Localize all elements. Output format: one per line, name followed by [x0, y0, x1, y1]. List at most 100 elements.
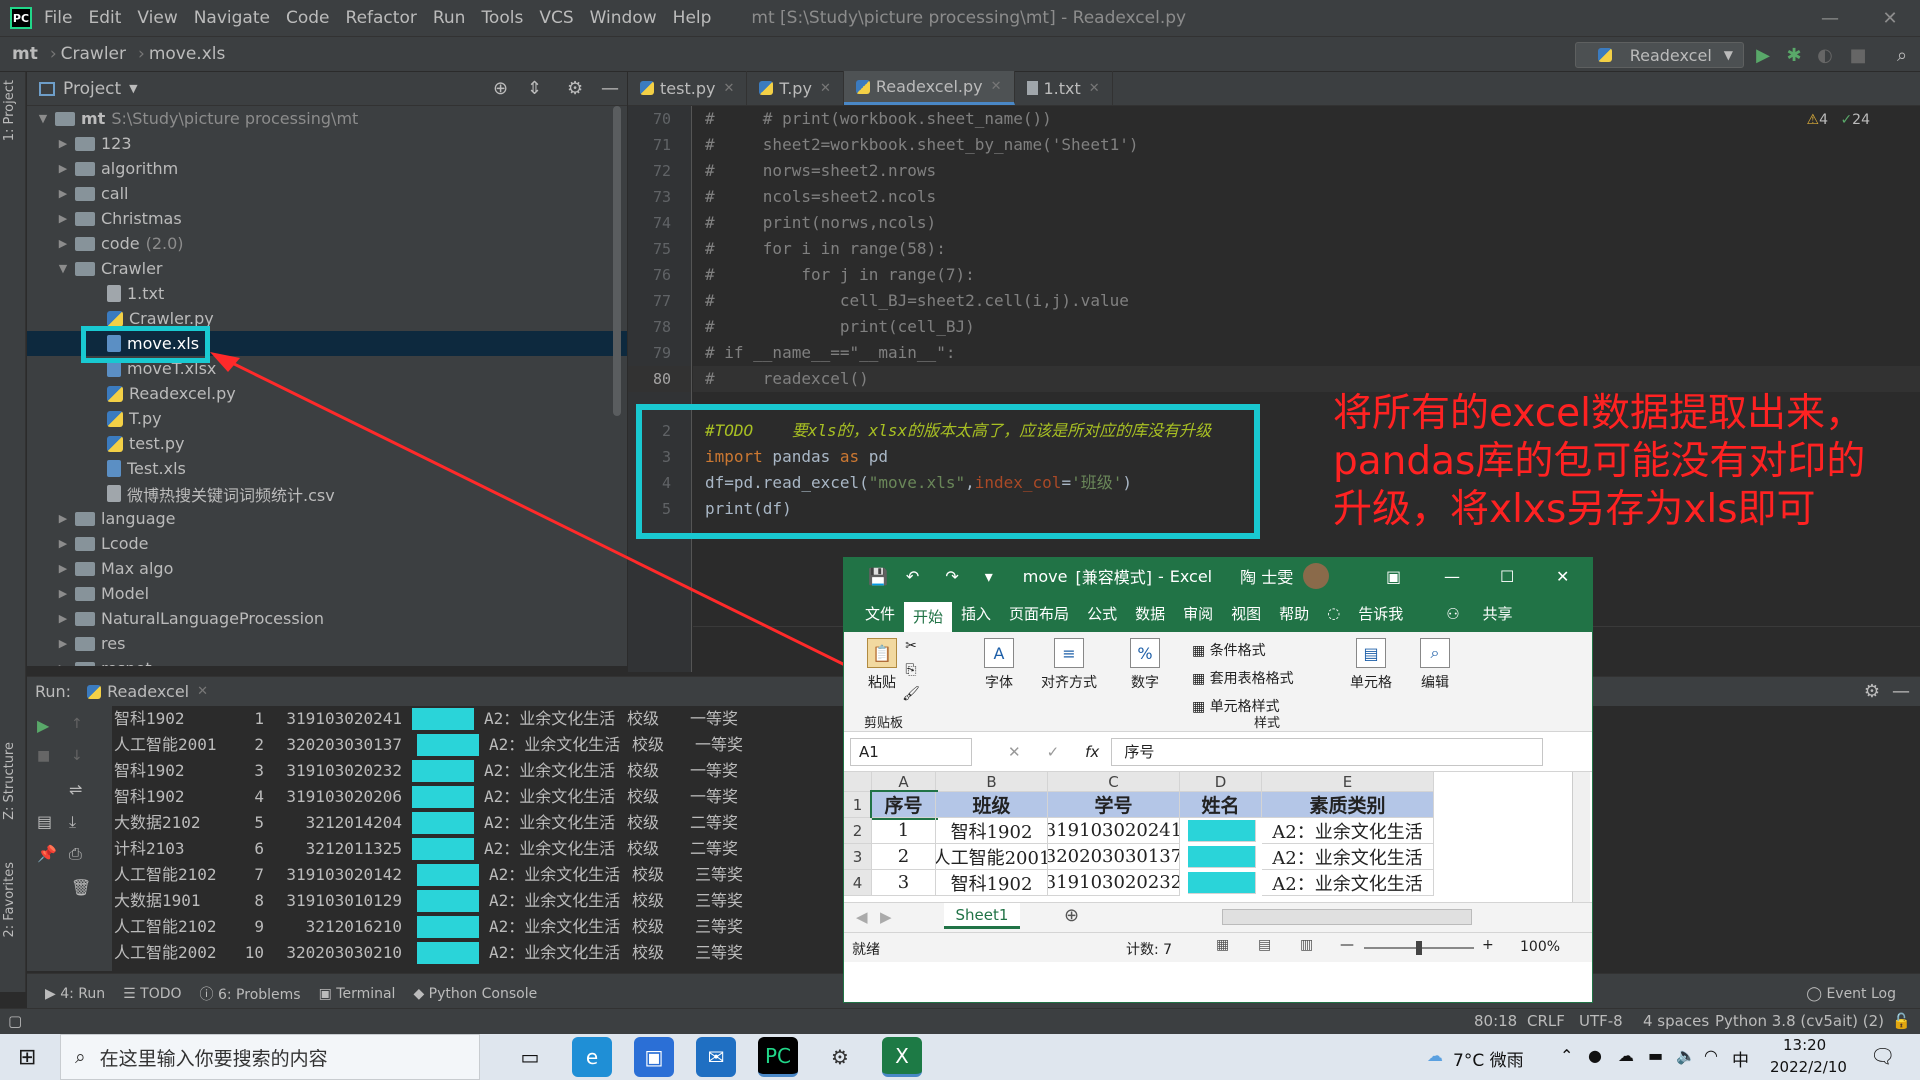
chevron-right-icon[interactable]: ▶: [55, 612, 71, 625]
close-icon[interactable]: ✕: [820, 81, 831, 96]
tree-folder[interactable]: ▶ Max algo: [27, 556, 627, 581]
tray-app-icon[interactable]: ●: [1588, 1046, 1602, 1065]
chevron-right-icon[interactable]: ▶: [55, 212, 71, 225]
close-icon[interactable]: ✕: [1089, 81, 1100, 96]
run-icon[interactable]: ▶: [1751, 43, 1775, 67]
menu-file[interactable]: File: [44, 8, 72, 28]
excel-taskbar-icon[interactable]: X: [882, 1037, 922, 1077]
tree-folder-crawler[interactable]: ▼ Crawler: [27, 256, 627, 281]
tab-file[interactable]: 文件: [856, 603, 904, 624]
tree-folder[interactable]: ▶ algorithm: [27, 156, 627, 181]
redo-icon[interactable]: ↷: [945, 567, 958, 586]
pycharm-taskbar-icon[interactable]: PC: [758, 1037, 798, 1077]
mail-icon[interactable]: ✉: [696, 1037, 736, 1077]
row-header[interactable]: 1: [844, 792, 872, 818]
data-cell[interactable]: 智科1902: [936, 870, 1048, 896]
tab-review[interactable]: 审阅: [1174, 603, 1222, 624]
favorites-tool-tab[interactable]: 2: Favorites: [2, 862, 17, 938]
chevron-right-icon[interactable]: ▶: [55, 562, 71, 575]
menu-code[interactable]: Code: [286, 8, 330, 28]
hide-panel-icon[interactable]: —: [1892, 681, 1910, 702]
normal-view-icon[interactable]: ▦: [1216, 937, 1229, 953]
collapse-icon[interactable]: ⇕: [527, 78, 542, 99]
row-header[interactable]: 4: [844, 870, 872, 896]
file-encoding[interactable]: UTF-8: [1579, 1012, 1623, 1030]
tab-page-layout[interactable]: 页面布局: [1000, 603, 1078, 624]
tab-formulas[interactable]: 公式: [1078, 603, 1126, 624]
close-icon[interactable]: ✕: [1860, 0, 1920, 36]
function-icon[interactable]: fx: [1085, 743, 1099, 761]
data-cell[interactable]: 319103020232: [1048, 870, 1180, 896]
menu-vcs[interactable]: VCS: [539, 8, 573, 28]
tell-me-button[interactable]: 告诉我: [1349, 603, 1412, 624]
conditional-format-button[interactable]: ▦ 条件格式: [1192, 640, 1266, 660]
chevron-right-icon[interactable]: ▶: [55, 162, 71, 175]
structure-tool-tab[interactable]: Z: Structure: [2, 742, 17, 820]
soft-wrap-icon[interactable]: ⇌: [69, 780, 82, 799]
font-button[interactable]: A 字体: [974, 638, 1024, 692]
data-cell[interactable]: 320203030137: [1048, 844, 1180, 870]
menu-window[interactable]: Window: [590, 8, 657, 28]
tree-scrollbar[interactable]: [613, 106, 621, 416]
chevron-right-icon[interactable]: ▶: [55, 537, 71, 550]
breadcrumb-file[interactable]: move.xls: [149, 44, 226, 64]
tree-folder[interactable]: ▶ resnet: [27, 656, 627, 666]
weather-text[interactable]: 7°C 微雨: [1453, 1046, 1524, 1071]
format-as-table-button[interactable]: ▦ 套用表格格式: [1192, 668, 1294, 688]
tree-file[interactable]: Test.xls: [27, 456, 627, 481]
zoom-in-icon[interactable]: +: [1482, 937, 1494, 953]
chevron-right-icon[interactable]: ▶: [55, 662, 71, 666]
column-header[interactable]: E: [1262, 772, 1434, 792]
data-cell[interactable]: 319103020241: [1048, 818, 1180, 844]
ribbon-display-icon[interactable]: ▣: [1386, 567, 1401, 586]
number-button[interactable]: % 数字: [1120, 638, 1170, 692]
run-tab[interactable]: Readexcel: [107, 682, 189, 701]
tree-folder[interactable]: ▶ res: [27, 631, 627, 656]
name-box[interactable]: A1: [850, 737, 972, 766]
python-interpreter[interactable]: Python 3.8 (cv5ait) (2): [1715, 1012, 1884, 1030]
column-header[interactable]: C: [1048, 772, 1180, 792]
print-icon[interactable]: ⎙: [69, 844, 82, 864]
row-header[interactable]: 2: [844, 818, 872, 844]
header-cell[interactable]: 姓名: [1180, 792, 1262, 818]
data-cell[interactable]: A2：业余文化生活: [1262, 844, 1434, 870]
lock-icon[interactable]: 🔓: [1892, 1012, 1911, 1030]
column-header[interactable]: B: [936, 772, 1048, 792]
enter-icon[interactable]: ✓: [1047, 743, 1060, 761]
chevron-right-icon[interactable]: ▶: [55, 187, 71, 200]
tree-file[interactable]: 微博热搜关键词词频统计.csv: [27, 481, 627, 506]
chevron-right-icon[interactable]: ▶: [55, 237, 71, 250]
share-button[interactable]: ⚇ 共享: [1428, 603, 1530, 624]
excel-user[interactable]: 陶 士雯: [1240, 564, 1293, 588]
row-header[interactable]: 3: [844, 844, 872, 870]
project-view-selector[interactable]: Project: [63, 79, 121, 99]
data-cell[interactable]: 1: [872, 818, 936, 844]
run-tool-tab[interactable]: ▶ 4: Run: [45, 986, 105, 1002]
tree-folder[interactable]: ▶ language: [27, 506, 627, 531]
battery-icon[interactable]: ▬: [1648, 1046, 1663, 1065]
tree-folder[interactable]: ▶ Lcode: [27, 531, 627, 556]
tree-file[interactable]: test.py: [27, 431, 627, 456]
customize-icon[interactable]: ▾: [985, 567, 993, 586]
clock-time[interactable]: 13:20: [1783, 1036, 1826, 1054]
data-cell[interactable]: 2: [872, 844, 936, 870]
menu-refactor[interactable]: Refactor: [346, 8, 417, 28]
inspection-widget[interactable]: ⚠4 ✓24: [1807, 112, 1871, 128]
sheet-tab[interactable]: Sheet1: [944, 903, 1020, 929]
trash-icon[interactable]: 🗑: [71, 878, 91, 897]
cut-icon[interactable]: ✂: [898, 638, 924, 654]
menu-run[interactable]: Run: [433, 8, 466, 28]
edit-button[interactable]: ⌕ 编辑: [1410, 638, 1460, 692]
tree-file[interactable]: Readexcel.py: [27, 381, 627, 406]
coverage-icon[interactable]: ◐: [1813, 43, 1837, 67]
rerun-icon[interactable]: ▶: [37, 716, 49, 735]
hide-panel-icon[interactable]: —: [601, 78, 619, 99]
tree-folder[interactable]: ▶ Model: [27, 581, 627, 606]
minimize-icon[interactable]: —: [1444, 567, 1460, 586]
tab-view[interactable]: 视图: [1222, 603, 1270, 624]
caret-position[interactable]: 80:18: [1474, 1012, 1517, 1030]
zoom-out-icon[interactable]: —: [1340, 937, 1354, 953]
maximize-icon[interactable]: ☐: [1500, 567, 1514, 586]
save-icon[interactable]: 💾: [868, 567, 888, 586]
zoom-slider-thumb[interactable]: [1416, 941, 1422, 955]
